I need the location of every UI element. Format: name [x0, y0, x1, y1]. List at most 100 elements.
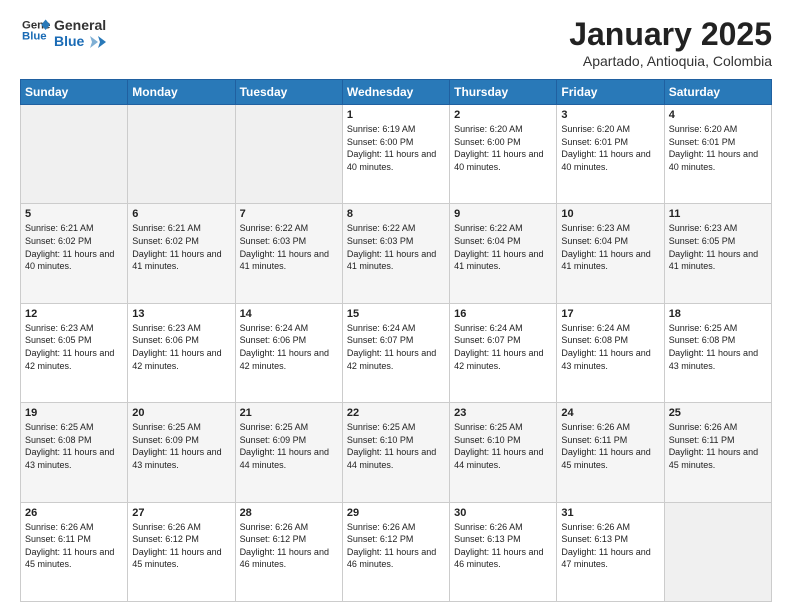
weekday-header-saturday: Saturday: [664, 80, 771, 105]
calendar-day-19: 19Sunrise: 6:25 AM Sunset: 6:08 PM Dayli…: [21, 403, 128, 502]
calendar-table: SundayMondayTuesdayWednesdayThursdayFrid…: [20, 79, 772, 602]
calendar-header-row: SundayMondayTuesdayWednesdayThursdayFrid…: [21, 80, 772, 105]
day-number: 30: [454, 507, 552, 519]
day-number: 25: [669, 407, 767, 419]
calendar-day-6: 6Sunrise: 6:21 AM Sunset: 6:02 PM Daylig…: [128, 204, 235, 303]
day-number: 26: [25, 507, 123, 519]
header: General Blue General Blue January 2025 A…: [20, 16, 772, 69]
day-info: Sunrise: 6:26 AM Sunset: 6:12 PM Dayligh…: [240, 521, 338, 571]
day-number: 31: [561, 507, 659, 519]
location-subtitle: Apartado, Antioquia, Colombia: [569, 53, 772, 69]
calendar-day-23: 23Sunrise: 6:25 AM Sunset: 6:10 PM Dayli…: [450, 403, 557, 502]
calendar-day-1: 1 Sunrise: 6:19 AM Sunset: 6:00 PM Daylig…: [342, 105, 449, 204]
day-number: 21: [240, 407, 338, 419]
day-info: Sunrise: 6:23 AM Sunset: 6:05 PM Dayligh…: [25, 322, 123, 372]
day-number: 15: [347, 308, 445, 320]
day-number: 20: [132, 407, 230, 419]
day-info: Sunrise: 6:24 AM Sunset: 6:07 PM Dayligh…: [454, 322, 552, 372]
day-info: Sunrise: 6:22 AM Sunset: 6:03 PM Dayligh…: [240, 222, 338, 272]
calendar-empty-cell: [21, 105, 128, 204]
day-info: Sunrise: 6:24 AM Sunset: 6:06 PM Dayligh…: [240, 322, 338, 372]
weekday-header-monday: Monday: [128, 80, 235, 105]
day-info: Sunrise: 6:25 AM Sunset: 6:10 PM Dayligh…: [347, 421, 445, 471]
logo-general: General: [54, 17, 106, 33]
weekday-header-thursday: Thursday: [450, 80, 557, 105]
day-number: 9: [454, 208, 552, 220]
calendar-week-row: 5Sunrise: 6:21 AM Sunset: 6:02 PM Daylig…: [21, 204, 772, 303]
day-number: 6: [132, 208, 230, 220]
day-info: Sunrise: 6:26 AM Sunset: 6:12 PM Dayligh…: [347, 521, 445, 571]
calendar-day-16: 16 Sunrise: 6:24 AM Sunset: 6:07 PM Dayli…: [450, 303, 557, 402]
calendar-day-28: 28 Sunrise: 6:26 AM Sunset: 6:12 PM Dayli…: [235, 502, 342, 601]
day-info: Sunrise: 6:26 AM Sunset: 6:13 PM Dayligh…: [454, 521, 552, 571]
calendar-day-24: 24 Sunrise: 6:26 AM Sunset: 6:11 PM Dayli…: [557, 403, 664, 502]
day-number: 2: [454, 109, 552, 121]
day-number: 10: [561, 208, 659, 220]
day-info: Sunrise: 6:25 AM Sunset: 6:09 PM Dayligh…: [240, 421, 338, 471]
calendar-day-22: 22 Sunrise: 6:25 AM Sunset: 6:10 PM Dayli…: [342, 403, 449, 502]
calendar-day-10: 10 Sunrise: 6:23 AM Sunset: 6:04 PM Dayli…: [557, 204, 664, 303]
day-number: 14: [240, 308, 338, 320]
calendar-day-27: 27 Sunrise: 6:26 AM Sunset: 6:12 PM Dayli…: [128, 502, 235, 601]
day-number: 24: [561, 407, 659, 419]
logo-wave-icon: [90, 36, 106, 48]
logo: General Blue General Blue: [20, 16, 106, 49]
calendar-day-30: 30 Sunrise: 6:26 AM Sunset: 6:13 PM Dayli…: [450, 502, 557, 601]
day-info: Sunrise: 6:19 AM Sunset: 6:00 PM Dayligh…: [347, 123, 445, 173]
logo-blue: Blue: [54, 33, 106, 49]
day-info: Sunrise: 6:20 AM Sunset: 6:00 PM Dayligh…: [454, 123, 552, 173]
calendar-day-3: 3Sunrise: 6:20 AM Sunset: 6:01 PM Daylig…: [557, 105, 664, 204]
calendar-day-26: 26Sunrise: 6:26 AM Sunset: 6:11 PM Dayli…: [21, 502, 128, 601]
day-number: 17: [561, 308, 659, 320]
calendar-day-4: 4Sunrise: 6:20 AM Sunset: 6:01 PM Daylig…: [664, 105, 771, 204]
calendar-day-9: 9 Sunrise: 6:22 AM Sunset: 6:04 PM Daylig…: [450, 204, 557, 303]
calendar-day-21: 21 Sunrise: 6:25 AM Sunset: 6:09 PM Dayli…: [235, 403, 342, 502]
weekday-header-tuesday: Tuesday: [235, 80, 342, 105]
day-number: 12: [25, 308, 123, 320]
day-info: Sunrise: 6:25 AM Sunset: 6:08 PM Dayligh…: [25, 421, 123, 471]
page: General Blue General Blue January 2025 A…: [0, 0, 792, 612]
svg-text:Blue: Blue: [22, 31, 47, 43]
day-info: Sunrise: 6:24 AM Sunset: 6:08 PM Dayligh…: [561, 322, 659, 372]
day-number: 1: [347, 109, 445, 121]
calendar-day-12: 12 Sunrise: 6:23 AM Sunset: 6:05 PM Dayli…: [21, 303, 128, 402]
day-number: 27: [132, 507, 230, 519]
title-block: January 2025 Apartado, Antioquia, Colomb…: [569, 16, 772, 69]
weekday-header-sunday: Sunday: [21, 80, 128, 105]
calendar-week-row: 12 Sunrise: 6:23 AM Sunset: 6:05 PM Dayli…: [21, 303, 772, 402]
calendar-day-8: 8 Sunrise: 6:22 AM Sunset: 6:03 PM Daylig…: [342, 204, 449, 303]
calendar-empty-cell: [235, 105, 342, 204]
calendar-day-17: 17 Sunrise: 6:24 AM Sunset: 6:08 PM Dayli…: [557, 303, 664, 402]
calendar-day-31: 31 Sunrise: 6:26 AM Sunset: 6:13 PM Dayli…: [557, 502, 664, 601]
day-info: Sunrise: 6:26 AM Sunset: 6:11 PM Dayligh…: [561, 421, 659, 471]
calendar-day-13: 13Sunrise: 6:23 AM Sunset: 6:06 PM Dayli…: [128, 303, 235, 402]
calendar-day-2: 2 Sunrise: 6:20 AM Sunset: 6:00 PM Daylig…: [450, 105, 557, 204]
calendar-empty-cell: [128, 105, 235, 204]
calendar-week-row: 26Sunrise: 6:26 AM Sunset: 6:11 PM Dayli…: [21, 502, 772, 601]
day-number: 29: [347, 507, 445, 519]
day-info: Sunrise: 6:25 AM Sunset: 6:10 PM Dayligh…: [454, 421, 552, 471]
day-info: Sunrise: 6:25 AM Sunset: 6:08 PM Dayligh…: [669, 322, 767, 372]
day-info: Sunrise: 6:22 AM Sunset: 6:04 PM Dayligh…: [454, 222, 552, 272]
day-info: Sunrise: 6:22 AM Sunset: 6:03 PM Dayligh…: [347, 222, 445, 272]
weekday-header-wednesday: Wednesday: [342, 80, 449, 105]
day-info: Sunrise: 6:24 AM Sunset: 6:07 PM Dayligh…: [347, 322, 445, 372]
day-info: Sunrise: 6:26 AM Sunset: 6:13 PM Dayligh…: [561, 521, 659, 571]
calendar-day-5: 5Sunrise: 6:21 AM Sunset: 6:02 PM Daylig…: [21, 204, 128, 303]
calendar-week-row: 19Sunrise: 6:25 AM Sunset: 6:08 PM Dayli…: [21, 403, 772, 502]
day-number: 11: [669, 208, 767, 220]
day-info: Sunrise: 6:26 AM Sunset: 6:12 PM Dayligh…: [132, 521, 230, 571]
calendar-day-18: 18Sunrise: 6:25 AM Sunset: 6:08 PM Dayli…: [664, 303, 771, 402]
calendar-day-14: 14 Sunrise: 6:24 AM Sunset: 6:06 PM Dayli…: [235, 303, 342, 402]
weekday-header-friday: Friday: [557, 80, 664, 105]
day-number: 5: [25, 208, 123, 220]
day-info: Sunrise: 6:23 AM Sunset: 6:04 PM Dayligh…: [561, 222, 659, 272]
day-number: 16: [454, 308, 552, 320]
calendar-day-11: 11 Sunrise: 6:23 AM Sunset: 6:05 PM Dayli…: [664, 204, 771, 303]
day-info: Sunrise: 6:23 AM Sunset: 6:05 PM Dayligh…: [669, 222, 767, 272]
day-number: 22: [347, 407, 445, 419]
month-title: January 2025: [569, 16, 772, 53]
day-number: 8: [347, 208, 445, 220]
day-number: 28: [240, 507, 338, 519]
day-info: Sunrise: 6:20 AM Sunset: 6:01 PM Dayligh…: [561, 123, 659, 173]
